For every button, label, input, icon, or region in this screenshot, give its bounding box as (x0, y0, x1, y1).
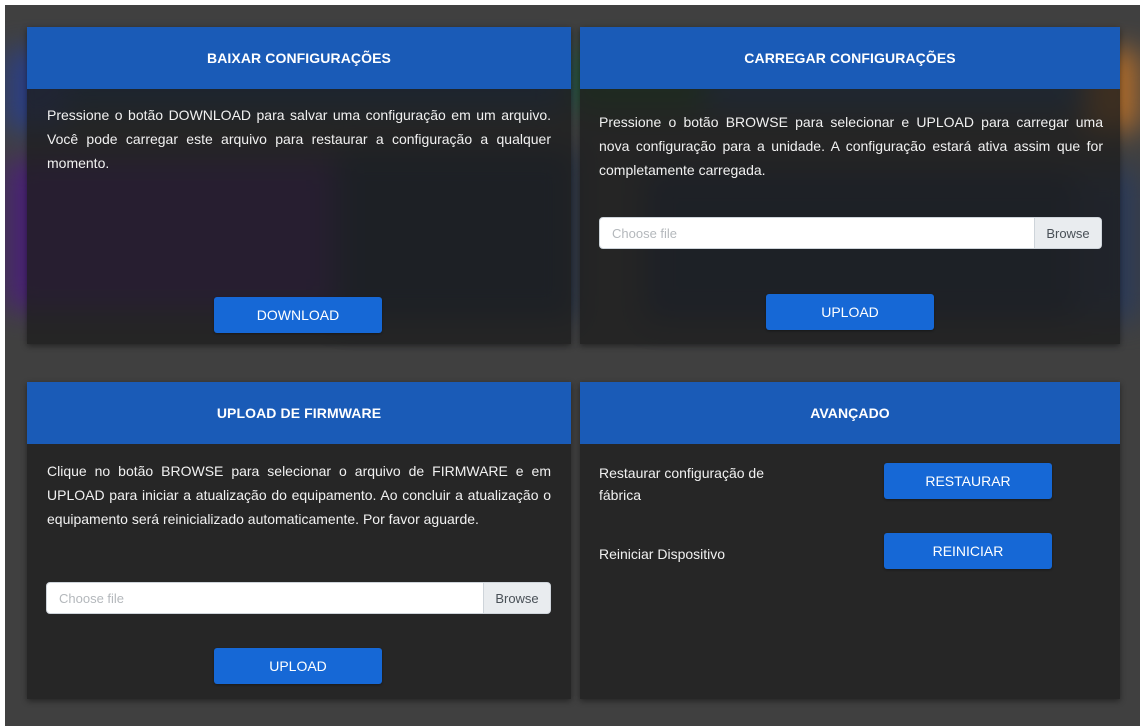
firmware-upload-card: UPLOAD DE FIRMWARE Clique no botão BROWS… (27, 382, 571, 699)
card-description: Clique no botão BROWSE para selecionar o… (47, 463, 551, 527)
download-config-card: BAIXAR CONFIGURAÇÕES Pressione o botão D… (27, 27, 571, 344)
reboot-label: Reiniciar Dispositivo (599, 546, 726, 562)
factory-reset-label: Restaurar configuração de fábrica (599, 465, 764, 503)
firmware-file-input[interactable]: Choose file Browse (46, 582, 551, 614)
card-title: BAIXAR CONFIGURAÇÕES (27, 27, 571, 89)
file-placeholder: Choose file (59, 590, 125, 606)
browse-button[interactable]: Browse (1034, 218, 1101, 248)
card-title: AVANÇADO (580, 382, 1120, 444)
config-file-input[interactable]: Choose file Browse (599, 217, 1102, 249)
upload-config-button[interactable]: UPLOAD (766, 294, 934, 330)
factory-reset-button[interactable]: RESTAURAR (884, 463, 1052, 499)
card-description: Pressione o botão DOWNLOAD para salvar u… (47, 107, 551, 171)
file-placeholder: Choose file (612, 225, 678, 241)
card-title: UPLOAD DE FIRMWARE (27, 382, 571, 444)
upload-firmware-button[interactable]: UPLOAD (214, 648, 382, 684)
page-background: BAIXAR CONFIGURAÇÕES Pressione o botão D… (5, 5, 1140, 726)
browse-button[interactable]: Browse (483, 583, 550, 613)
reboot-button[interactable]: REINICIAR (884, 533, 1052, 569)
card-title: CARREGAR CONFIGURAÇÕES (580, 27, 1120, 89)
upload-config-card: CARREGAR CONFIGURAÇÕES Pressione o botão… (580, 27, 1120, 344)
advanced-card: AVANÇADO Restaurar configuração de fábri… (580, 382, 1120, 699)
download-button[interactable]: DOWNLOAD (214, 297, 382, 333)
card-description: Pressione o botão BROWSE para selecionar… (599, 114, 1103, 178)
